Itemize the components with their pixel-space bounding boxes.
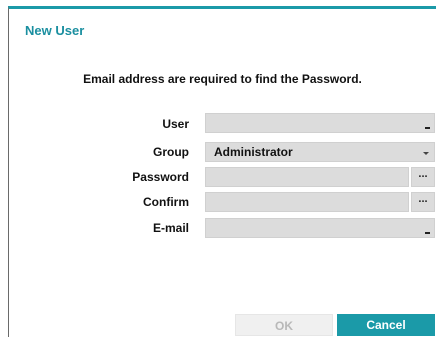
user-input[interactable]: [205, 113, 435, 133]
password-keyboard-button[interactable]: ...: [411, 167, 435, 187]
group-label: Group: [153, 145, 189, 159]
password-input[interactable]: [205, 167, 409, 187]
group-selected-value: Administrator: [214, 145, 293, 159]
text-cursor-icon: [425, 127, 430, 129]
user-label: User: [162, 117, 189, 131]
confirm-keyboard-button[interactable]: ...: [411, 192, 435, 212]
cancel-button[interactable]: Cancel: [337, 314, 435, 336]
chevron-down-icon: [423, 152, 429, 155]
dialog-title: New User: [25, 23, 85, 38]
new-user-dialog: New User Email address are required to f…: [8, 6, 436, 337]
email-label: E-mail: [152, 221, 189, 235]
group-select[interactable]: Administrator: [205, 142, 435, 162]
text-cursor-icon: [425, 232, 430, 234]
email-input[interactable]: [205, 218, 435, 238]
confirm-input[interactable]: [205, 192, 409, 212]
confirm-label: Confirm: [143, 195, 189, 209]
email-notice: Email address are required to find the P…: [83, 72, 362, 86]
ok-button[interactable]: OK: [235, 314, 333, 336]
password-label: Password: [132, 170, 189, 184]
